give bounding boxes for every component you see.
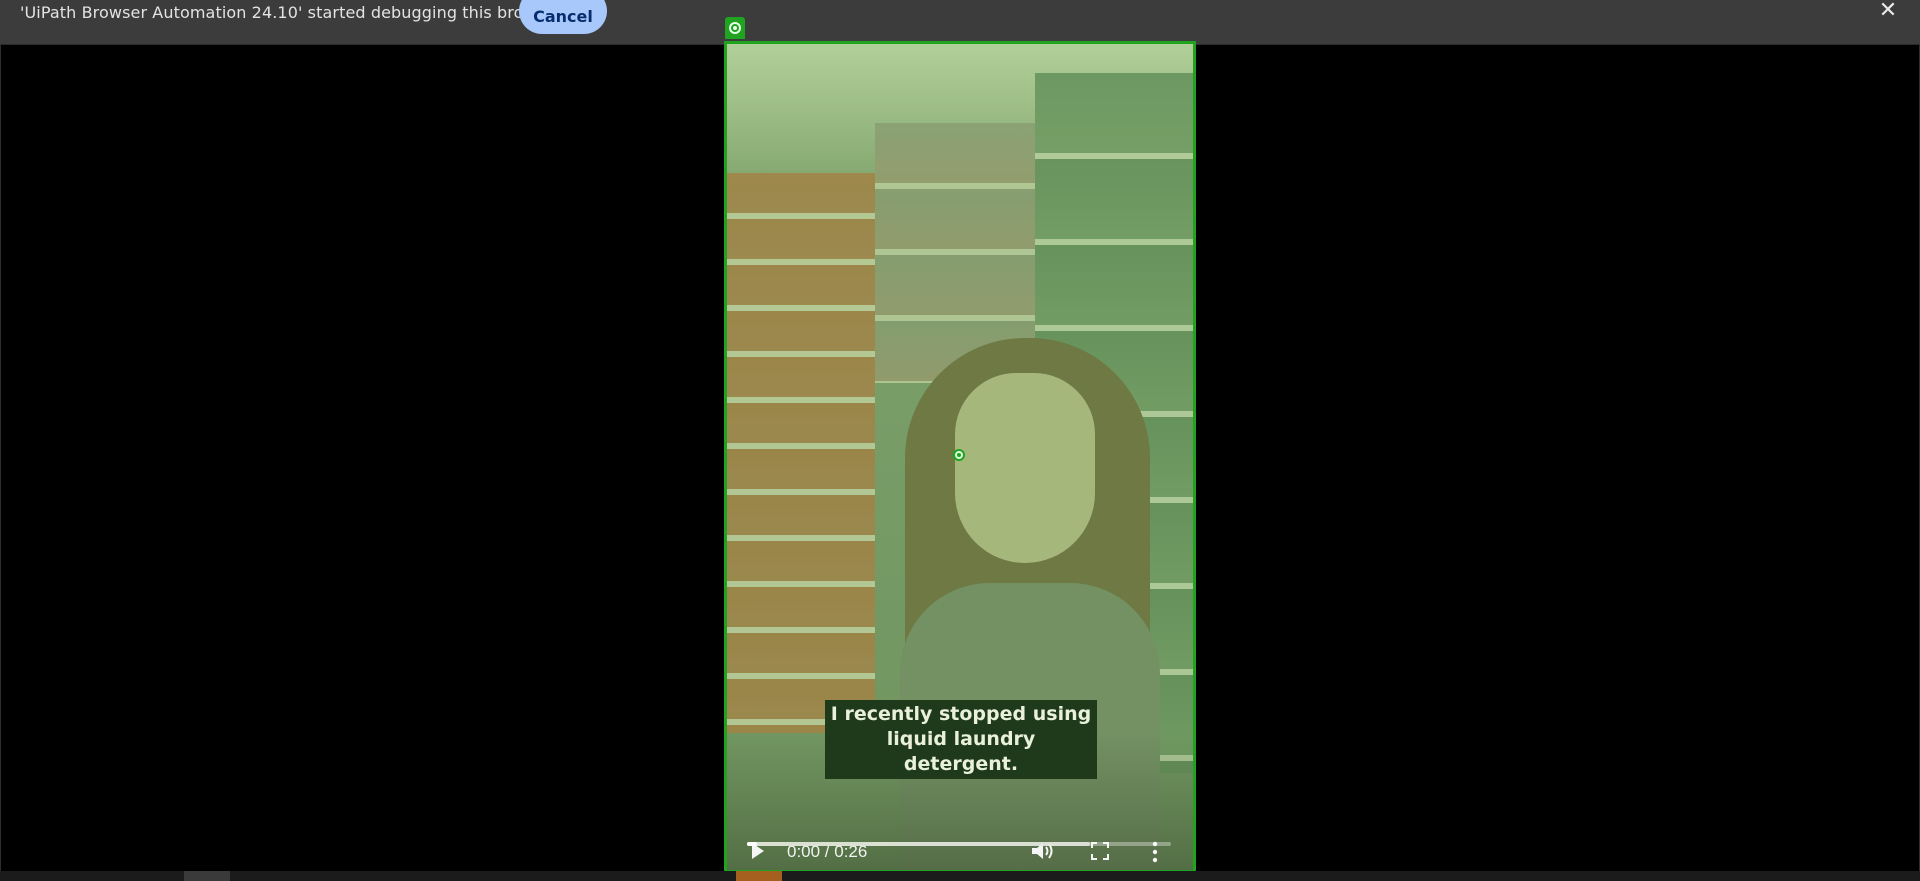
video-controls: 0:00 / 0:26 [725, 833, 1194, 873]
close-icon[interactable]: ✕ [1876, 0, 1900, 24]
taskbar [0, 871, 1920, 881]
caption-line-1: I recently stopped using [830, 703, 1092, 725]
viewer-edge-left [0, 45, 1, 875]
progress-buffered [747, 842, 1091, 846]
taskbar-item[interactable] [184, 871, 230, 881]
infobar-message: 'UiPath Browser Automation 24.10' starte… [20, 3, 562, 22]
target-anchor-icon[interactable] [725, 17, 745, 39]
progress-played [747, 842, 757, 846]
taskbar-item-active[interactable] [736, 871, 782, 881]
video-caption: I recently stopped using liquid laundry … [825, 700, 1097, 779]
click-target-marker [953, 449, 965, 461]
cancel-button[interactable]: Cancel [519, 0, 607, 34]
debug-infobar: 'UiPath Browser Automation 24.10' starte… [0, 0, 1920, 45]
caption-line-2: liquid laundry detergent. [886, 728, 1036, 775]
